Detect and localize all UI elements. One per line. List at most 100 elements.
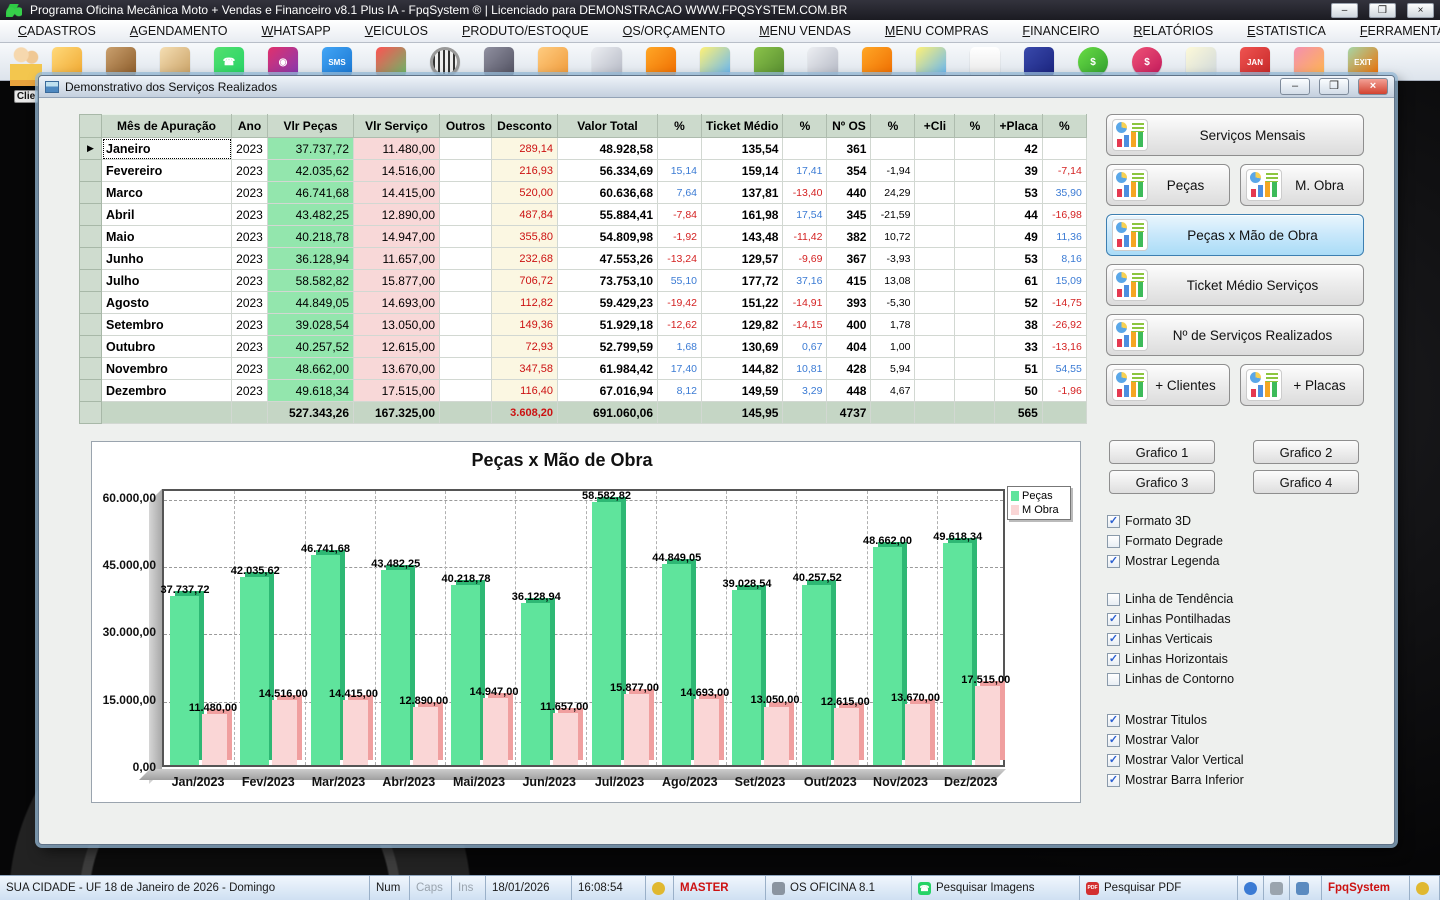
- cell[interactable]: [870, 137, 916, 160]
- cell[interactable]: 49.618,34: [267, 379, 354, 402]
- cell[interactable]: 2023: [231, 269, 268, 292]
- checkbox-linhas-de-contorno[interactable]: Linhas de Contorno: [1107, 671, 1234, 687]
- cell[interactable]: [439, 291, 492, 314]
- cell[interactable]: 8,16: [1041, 247, 1087, 270]
- checkbox-mostrar-legenda[interactable]: ✓ Mostrar Legenda: [1107, 553, 1220, 569]
- cell[interactable]: 428: [826, 357, 872, 380]
- menu-os-or-amento[interactable]: OS/ORÇAMENTO: [623, 24, 726, 38]
- expense-dollar-icon[interactable]: $: [1132, 47, 1162, 77]
- col-header-3[interactable]: Vlr Serviço: [353, 114, 440, 138]
- cell[interactable]: 0,67: [782, 335, 828, 358]
- checkbox-linha-de-tend-ncia[interactable]: Linha de Tendência: [1107, 591, 1233, 607]
- cell[interactable]: 13.050,00: [353, 313, 440, 336]
- checkbox-box[interactable]: [1107, 592, 1120, 606]
- checkbox-box[interactable]: [1107, 672, 1120, 686]
- cell[interactable]: 51: [994, 357, 1043, 380]
- cell[interactable]: 43.482,25: [267, 203, 354, 226]
- cell[interactable]: 48.662,00: [267, 357, 354, 380]
- menu-menu-compras[interactable]: MENU COMPRAS: [885, 24, 989, 38]
- cell[interactable]: [439, 313, 492, 336]
- cell[interactable]: 15,09: [1041, 269, 1087, 292]
- row-selector[interactable]: [79, 379, 102, 402]
- cell[interactable]: 53: [994, 181, 1043, 204]
- cell[interactable]: Dezembro: [101, 379, 232, 402]
- col-header-0[interactable]: Mês de Apuração: [101, 114, 232, 138]
- maximize-button[interactable]: ❒: [1369, 2, 1396, 18]
- service-brush-icon[interactable]: [754, 47, 784, 77]
- cell[interactable]: 112,82: [491, 291, 558, 314]
- cell[interactable]: 177,72: [700, 269, 784, 292]
- cell[interactable]: [439, 137, 492, 160]
- cell[interactable]: [954, 225, 996, 248]
- products-icon[interactable]: [376, 47, 406, 77]
- cell[interactable]: 404: [826, 335, 872, 358]
- cell[interactable]: 44: [994, 203, 1043, 226]
- globe-icon[interactable]: [1238, 876, 1264, 900]
- cell[interactable]: 12.890,00: [353, 203, 440, 226]
- cell[interactable]: 55.884,41: [557, 203, 658, 226]
- cell[interactable]: [439, 203, 492, 226]
- cell[interactable]: 149,59: [700, 379, 784, 402]
- cell[interactable]: -3,93: [870, 247, 916, 270]
- cell[interactable]: [914, 203, 956, 226]
- col-header-7[interactable]: %: [657, 114, 702, 138]
- button-servi-os-mensais[interactable]: Serviços Mensais: [1106, 114, 1364, 156]
- col-header-12[interactable]: +Cli: [914, 114, 956, 138]
- cell[interactable]: 15,14: [657, 159, 702, 182]
- cell[interactable]: 159,14: [700, 159, 784, 182]
- table-row[interactable]: Junho 2023 36.128,94 11.657,00 232,68 47.553,…: [79, 247, 1087, 270]
- cell[interactable]: Marco: [101, 181, 232, 204]
- cell[interactable]: 2023: [231, 313, 268, 336]
- table-row[interactable]: Dezembro 2023 49.618,34 17.515,00 116,40 67.0…: [79, 379, 1087, 402]
- sms-icon[interactable]: SMS: [322, 47, 352, 77]
- sales-counter-icon[interactable]: [646, 47, 676, 77]
- cell[interactable]: 1,78: [870, 313, 916, 336]
- cell[interactable]: 11.480,00: [353, 137, 440, 160]
- cell[interactable]: 2023: [231, 357, 268, 380]
- dialog-close-button[interactable]: ×: [1358, 78, 1388, 95]
- cell[interactable]: -13,40: [782, 181, 828, 204]
- checkbox-mostrar-titulos[interactable]: ✓ Mostrar Titulos: [1107, 712, 1207, 728]
- cell[interactable]: 40.257,52: [267, 335, 354, 358]
- cell[interactable]: Abril: [101, 203, 232, 226]
- button-pe-as[interactable]: Peças: [1106, 164, 1230, 206]
- cell[interactable]: 1,68: [657, 335, 702, 358]
- cell[interactable]: 52: [994, 291, 1043, 314]
- menu-veiculos[interactable]: VEICULOS: [365, 24, 428, 38]
- cell[interactable]: 11.657,00: [353, 247, 440, 270]
- cell[interactable]: -13,24: [657, 247, 702, 270]
- wallet-cards-icon[interactable]: [1024, 47, 1054, 77]
- cell[interactable]: 39.028,54: [267, 313, 354, 336]
- cell[interactable]: 24,29: [870, 181, 916, 204]
- cell[interactable]: 47.553,26: [557, 247, 658, 270]
- cell[interactable]: 42.035,62: [267, 159, 354, 182]
- cell[interactable]: 2023: [231, 379, 268, 402]
- cell[interactable]: -7,84: [657, 203, 702, 226]
- minimize-button[interactable]: –: [1331, 2, 1358, 18]
- cell[interactable]: 367: [826, 247, 872, 270]
- checkbox-box[interactable]: ✓: [1107, 713, 1120, 727]
- cell[interactable]: 2023: [231, 291, 268, 314]
- cell[interactable]: 144,82: [700, 357, 784, 380]
- cell[interactable]: 345: [826, 203, 872, 226]
- cell[interactable]: 42: [994, 137, 1043, 160]
- cell[interactable]: -21,59: [870, 203, 916, 226]
- cell[interactable]: 382: [826, 225, 872, 248]
- cell[interactable]: Outubro: [101, 335, 232, 358]
- cell[interactable]: [954, 247, 996, 270]
- cell[interactable]: 51.929,18: [557, 313, 658, 336]
- button-ticket-m-dio-servi-os[interactable]: Ticket Médio Serviços: [1106, 264, 1364, 306]
- cell[interactable]: 130,69: [700, 335, 784, 358]
- order-clipboard-icon[interactable]: [538, 47, 568, 77]
- cell[interactable]: [782, 137, 828, 160]
- cell[interactable]: 2023: [231, 159, 268, 182]
- checkbox-formato-3d[interactable]: ✓ Formato 3D: [1107, 513, 1191, 529]
- cell[interactable]: 12.615,00: [353, 335, 440, 358]
- cell[interactable]: 36.128,94: [267, 247, 354, 270]
- checkbox-box[interactable]: ✓: [1107, 753, 1120, 767]
- cell[interactable]: Maio: [101, 225, 232, 248]
- cell[interactable]: 400: [826, 313, 872, 336]
- menu-menu-vendas[interactable]: MENU VENDAS: [759, 24, 851, 38]
- cell[interactable]: 2023: [231, 335, 268, 358]
- cell[interactable]: [914, 247, 956, 270]
